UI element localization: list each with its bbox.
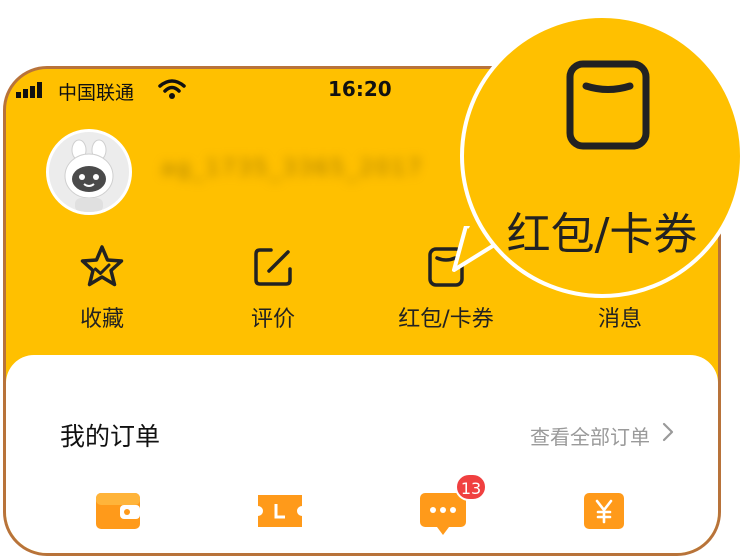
avatar-robot-icon xyxy=(64,139,114,212)
view-all-orders-link[interactable]: 查看全部订单 xyxy=(530,421,650,450)
avatar[interactable] xyxy=(46,129,132,215)
chevron-right-icon[interactable] xyxy=(662,421,674,443)
shortcut-favorites[interactable]: 收藏 xyxy=(32,243,172,333)
carrier-name: 中国联通 xyxy=(58,82,135,104)
shortcut-label-coupons: 红包/卡券 xyxy=(398,307,494,332)
user-name-blurred: ag_1735_3365_2017 xyxy=(161,156,424,181)
shortcut-label-messages: 消息 xyxy=(597,307,642,332)
ticket-icon[interactable] xyxy=(256,491,304,531)
notification-badge: 13 xyxy=(455,473,487,501)
wallet-icon-magnified xyxy=(566,60,650,150)
magnifier-callout: 红包/卡券 xyxy=(460,14,744,298)
edit-icon xyxy=(254,248,292,286)
star-icon xyxy=(80,245,124,287)
magnifier-label: 红包/卡券 xyxy=(506,209,698,260)
orders-card: 我的订单 查看全部订单 13 xyxy=(6,355,718,553)
shortcut-label-reviews: 评价 xyxy=(250,307,295,332)
shortcut-reviews[interactable]: 评价 xyxy=(203,243,343,333)
yuan-icon[interactable] xyxy=(582,491,626,531)
wifi-icon xyxy=(158,79,186,99)
cellular-signal-icon xyxy=(16,82,42,98)
pending-payment-icon[interactable] xyxy=(94,491,142,531)
orders-title: 我的订单 xyxy=(60,422,161,451)
shortcut-label-favorites: 收藏 xyxy=(79,307,124,332)
status-time: 16:20 xyxy=(328,77,392,101)
